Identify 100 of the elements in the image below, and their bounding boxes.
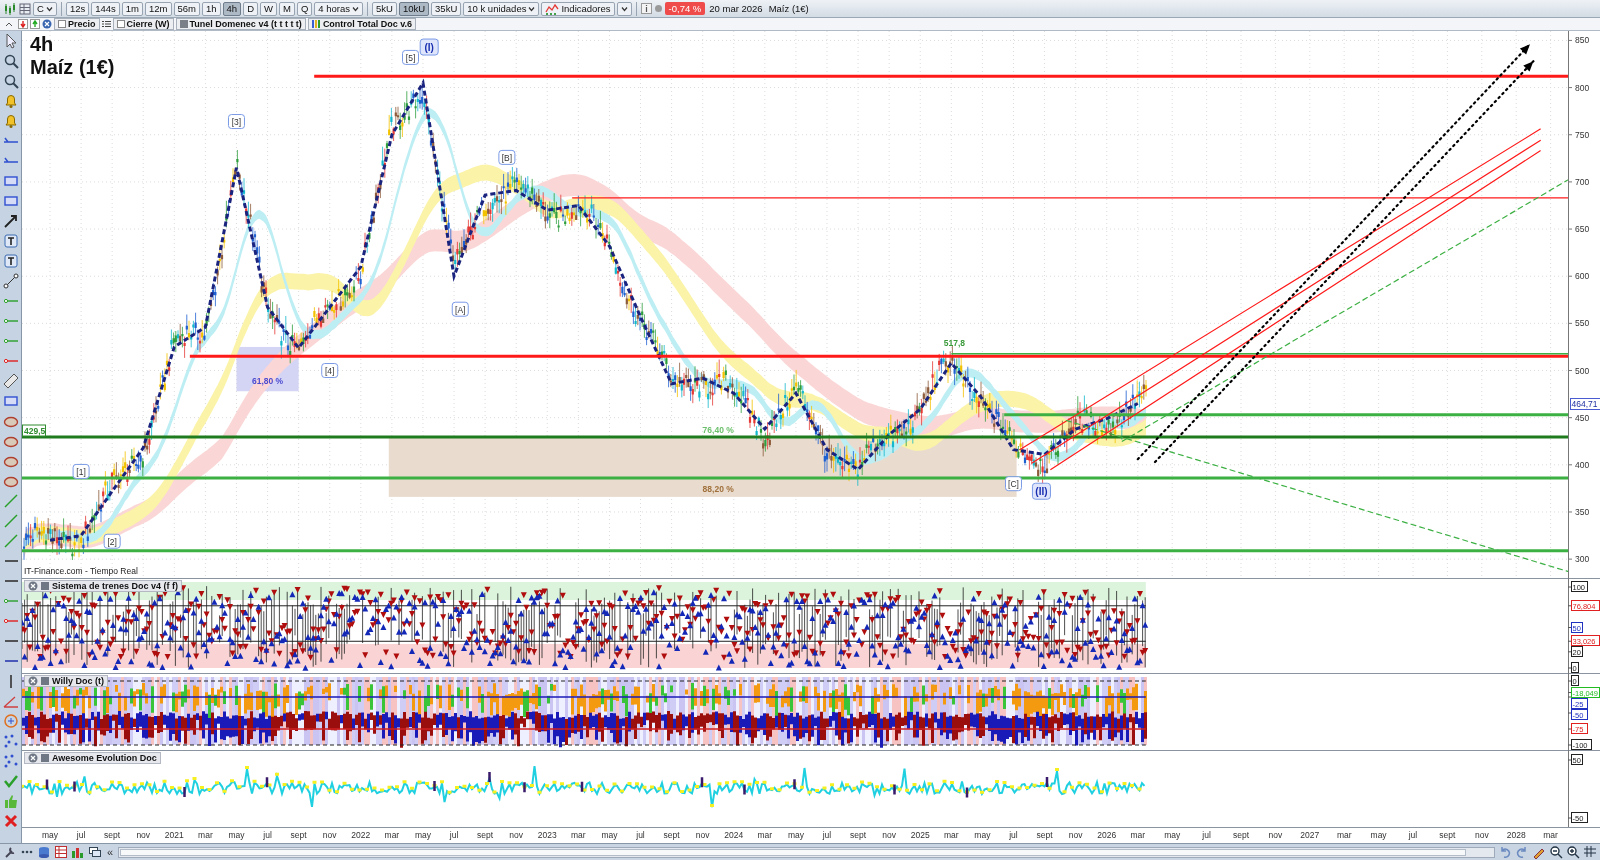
axis-label: 650 <box>1575 224 1590 235</box>
zoom-in-icon[interactable] <box>1566 845 1580 859</box>
interval-button[interactable]: Q <box>296 1 313 16</box>
units-dropdown[interactable]: 10 k unidades <box>463 1 540 16</box>
axis-label: 450 <box>1575 412 1590 423</box>
indicator-chip[interactable]: Control Total Doc v.6 <box>307 18 417 30</box>
axis-label: may <box>601 830 618 840</box>
text-icon[interactable] <box>1 232 20 250</box>
menu-button[interactable] <box>616 1 632 16</box>
axis-label: 2021 <box>164 830 184 840</box>
axis-label: may <box>414 830 431 840</box>
axis-label: 550 <box>1575 318 1590 329</box>
close-icon[interactable] <box>28 676 38 686</box>
axis-label: sept <box>1036 830 1053 840</box>
axis-label: 800 <box>1575 82 1590 93</box>
axis-label: 2024 <box>724 830 744 840</box>
axis-label: sept <box>477 830 494 840</box>
redo-icon[interactable] <box>1515 845 1529 859</box>
price-label: 517,8 <box>943 337 966 348</box>
caret-icon <box>528 5 536 12</box>
indicator-chip[interactable]: Cierre (W) <box>112 18 174 30</box>
last-price-tag: 464,71 <box>1570 398 1600 410</box>
price-tag: 429,5 <box>22 424 46 437</box>
interval-button[interactable]: D <box>243 1 258 16</box>
interval-button[interactable]: 56m <box>173 1 200 16</box>
chip-label: Tunel Domenec v4 (t t t t t) <box>189 19 302 29</box>
source-label: IT-Finance.com - Tiempo Real <box>24 566 138 576</box>
interval-button[interactable]: M <box>279 1 295 16</box>
scroll-left-button[interactable]: « <box>105 846 116 858</box>
axis-label: may <box>228 830 245 840</box>
interval-button[interactable]: 144s <box>91 1 120 16</box>
axis-label: may <box>787 830 804 840</box>
units-button[interactable]: 10kU <box>398 1 430 16</box>
close-icon[interactable] <box>28 581 38 591</box>
wave-label: [B] <box>498 149 516 165</box>
indicator-chip[interactable]: Precio <box>54 18 100 30</box>
undo-icon[interactable] <box>1498 845 1512 859</box>
axis-label: may <box>41 830 59 840</box>
indicator-title: Sistema de trenes Doc v4 (f f) <box>52 581 179 591</box>
interval-button[interactable]: 1m <box>121 1 143 16</box>
scroll-thumb[interactable] <box>120 848 1466 856</box>
date-label: 20 mar 2026 <box>708 3 764 14</box>
axis-label: jul <box>1408 830 1418 840</box>
axis-label: nov <box>322 830 337 840</box>
indicators-button[interactable]: Indicadores <box>541 1 615 16</box>
checkbox-icon[interactable] <box>116 20 125 28</box>
database-icon[interactable] <box>37 845 51 859</box>
grid-icon[interactable] <box>19 2 31 15</box>
ruler-icon[interactable] <box>1 372 20 390</box>
checkbox-icon[interactable] <box>58 20 66 28</box>
down-arrow-icon[interactable] <box>18 19 28 29</box>
up-arrow-icon[interactable] <box>30 19 40 29</box>
axis-label: 2023 <box>537 830 557 840</box>
axis-label: nov <box>1068 830 1083 840</box>
axis-label: mar <box>384 830 400 840</box>
axis-label: 750 <box>1575 129 1590 140</box>
caret-icon <box>620 5 628 12</box>
wave-label: [C] <box>1005 476 1022 492</box>
candlestick-icon[interactable] <box>3 1 17 16</box>
list-icon[interactable] <box>101 20 111 28</box>
axis-label: 400 <box>1575 459 1590 470</box>
symbol-dropdown[interactable]: C <box>33 1 57 16</box>
wrench-icon[interactable] <box>3 845 17 859</box>
spreadsheet-icon[interactable] <box>54 845 68 859</box>
bars-icon <box>311 20 321 28</box>
axis-label: sept <box>1232 830 1250 840</box>
axis-label: jul <box>822 830 832 840</box>
interval-button[interactable]: 12s <box>65 1 90 16</box>
interval-button[interactable]: 1h <box>202 1 221 16</box>
indicator-chip[interactable]: Tunel Domenec v4 (t t t t t) <box>175 18 306 30</box>
axis-label: mar <box>1543 830 1558 840</box>
zoom-out-icon[interactable] <box>1549 845 1563 859</box>
info-icon[interactable] <box>640 3 652 14</box>
wave-label: [4] <box>321 363 339 378</box>
axis-label: nov <box>1474 830 1489 840</box>
close-icon[interactable] <box>28 753 38 763</box>
grid-icon[interactable] <box>1583 845 1597 859</box>
text-icon[interactable] <box>1 252 20 270</box>
axis-label: jul <box>449 830 459 840</box>
interval-button[interactable]: 4h <box>222 1 242 16</box>
fibonacci-label: 88,20 % <box>702 484 734 495</box>
axis-label: sept <box>1439 830 1456 840</box>
axis-label: sept <box>104 830 121 840</box>
axis-label: 350 <box>1575 507 1590 517</box>
units-button[interactable]: 5kU <box>372 1 397 16</box>
axis-label: 700 <box>1575 176 1590 187</box>
windows-icon[interactable] <box>88 845 102 859</box>
axis-label: nov <box>1268 830 1283 840</box>
wave-label: [3] <box>228 114 245 130</box>
interval-button[interactable]: W <box>260 1 277 16</box>
units-button[interactable]: 35kU <box>431 1 462 16</box>
interval-dropdown[interactable]: 4 horas <box>314 1 363 16</box>
caret-icon <box>45 5 53 12</box>
scrollbar[interactable] <box>118 846 1495 858</box>
node-line-icon[interactable] <box>1 272 20 290</box>
close-icon[interactable] <box>42 19 52 29</box>
axis-label: 2028 <box>1506 830 1526 840</box>
axis-label: jul <box>263 830 272 840</box>
target-icon[interactable] <box>1 712 20 730</box>
interval-button[interactable]: 12m <box>145 1 172 16</box>
